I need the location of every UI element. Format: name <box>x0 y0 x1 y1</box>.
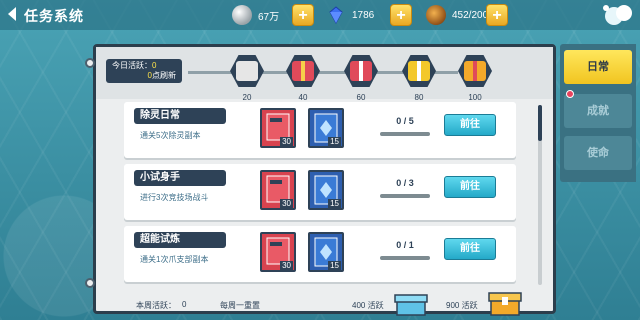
back-arrow-icon[interactable] <box>4 5 22 23</box>
category-tabs: 日常 成就 使命 <box>560 44 636 182</box>
activity-chest-80[interactable]: 80 <box>402 55 436 102</box>
task-description: 通关5次除灵副本 <box>140 131 201 140</box>
task-name: 小试身手 <box>134 170 226 186</box>
tab-achievement[interactable]: 成就 <box>564 94 632 128</box>
stamina-icon <box>426 5 446 25</box>
gift-box-icon <box>464 61 486 81</box>
exp-book-reward[interactable]: 30 <box>260 170 296 210</box>
cloud-decoration-icon <box>603 5 632 25</box>
go-button[interactable]: 前往 <box>444 238 496 260</box>
weekly-milestone-400: 400 活跃 <box>352 301 384 310</box>
daily-activity-value: 0 <box>152 61 157 70</box>
refresh-text: 点刷新 <box>152 71 176 80</box>
go-button[interactable]: 前往 <box>444 176 496 198</box>
weekly-milestone-900: 900 活跃 <box>446 301 478 310</box>
task-description: 进行3次竞技场战斗 <box>140 193 209 202</box>
activity-chest-40[interactable]: 40 <box>286 55 320 102</box>
task-row: 超能试炼 通关1次爪支部副本 30 15 0 / 1 前往 <box>124 226 516 282</box>
blue-diamond-icon <box>329 6 343 25</box>
task-list[interactable]: 除灵日常 通关5次除灵副本 30 15 0 / 5 前往 小试身手 进行3次竞技… <box>124 100 516 288</box>
tab-mission[interactable]: 使命 <box>564 136 632 170</box>
binder-ring-bottom <box>85 278 95 288</box>
task-list-scrollbar[interactable] <box>538 105 542 285</box>
weekly-activity-label: 本周活跃： <box>136 301 176 310</box>
weekly-footer: 本周活跃： 0 每周一重置 400 活跃 900 活跃 <box>96 291 553 317</box>
task-name: 除灵日常 <box>134 108 226 124</box>
activity-chest-60[interactable]: 60 <box>344 55 378 102</box>
daily-activity-text: 今日活跃： <box>112 61 152 70</box>
gift-box-icon <box>350 61 372 81</box>
blue-card-reward[interactable]: 15 <box>308 170 344 210</box>
gift-box-icon <box>408 61 430 81</box>
page-title: 任务系统 <box>24 8 84 24</box>
exp-book-reward[interactable]: 30 <box>260 108 296 148</box>
task-progress-text: 0 / 5 <box>396 116 414 126</box>
task-description: 通关1次爪支部副本 <box>140 255 209 264</box>
task-progress-bar <box>380 132 430 136</box>
task-row: 小试身手 进行3次竞技场战斗 30 15 0 / 3 前往 <box>124 164 516 220</box>
weekly-chest-blue-icon[interactable] <box>394 291 428 317</box>
gift-box-icon <box>236 61 258 81</box>
add-diamond-button[interactable]: + <box>390 4 412 26</box>
blue-card-reward[interactable]: 15 <box>308 232 344 272</box>
weekly-activity-value: 0 <box>182 300 187 309</box>
top-bar: 任务系统 67万 + 1786 + 452/200 + <box>0 0 640 30</box>
silver-coin-icon <box>232 5 252 25</box>
activity-chest-100[interactable]: 100 <box>458 55 492 102</box>
add-stamina-button[interactable]: + <box>486 4 508 26</box>
blue-card-reward[interactable]: 15 <box>308 108 344 148</box>
weekly-chest-gold-icon[interactable] <box>488 289 522 317</box>
reward-count: 15 <box>328 261 341 270</box>
reward-count: 15 <box>328 137 341 146</box>
activity-chest-20[interactable]: 20 <box>230 55 264 102</box>
reward-count: 15 <box>328 199 341 208</box>
resource-diamond: 1786 <box>326 6 400 25</box>
reward-count: 30 <box>280 261 293 270</box>
go-button[interactable]: 前往 <box>444 114 496 136</box>
task-row: 除灵日常 通关5次除灵副本 30 15 0 / 5 前往 <box>124 102 516 158</box>
add-silver-button[interactable]: + <box>292 4 314 26</box>
task-progress-bar <box>380 256 430 260</box>
tab-daily[interactable]: 日常 <box>564 50 632 84</box>
reward-count: 30 <box>280 137 293 146</box>
gift-box-icon <box>292 61 314 81</box>
task-name: 超能试炼 <box>134 232 226 248</box>
notification-dot <box>566 90 574 98</box>
daily-activity-label: 今日活跃：0 0点刷新 <box>106 59 182 83</box>
scroll-thumb[interactable] <box>538 105 542 141</box>
exp-book-reward[interactable]: 30 <box>260 232 296 272</box>
task-progress-bar <box>380 194 430 198</box>
binder-ring-top <box>85 58 95 68</box>
task-progress-text: 0 / 3 <box>396 178 414 188</box>
weekly-reset-text: 每周一重置 <box>220 301 260 310</box>
activity-header: 今日活跃：0 0点刷新 20 40 60 80 100 <box>96 47 553 102</box>
task-panel: 今日活跃：0 0点刷新 20 40 60 80 100 除灵日常 通关5次除灵副… <box>93 44 556 317</box>
task-progress-text: 0 / 1 <box>396 240 414 250</box>
reward-count: 30 <box>280 199 293 208</box>
